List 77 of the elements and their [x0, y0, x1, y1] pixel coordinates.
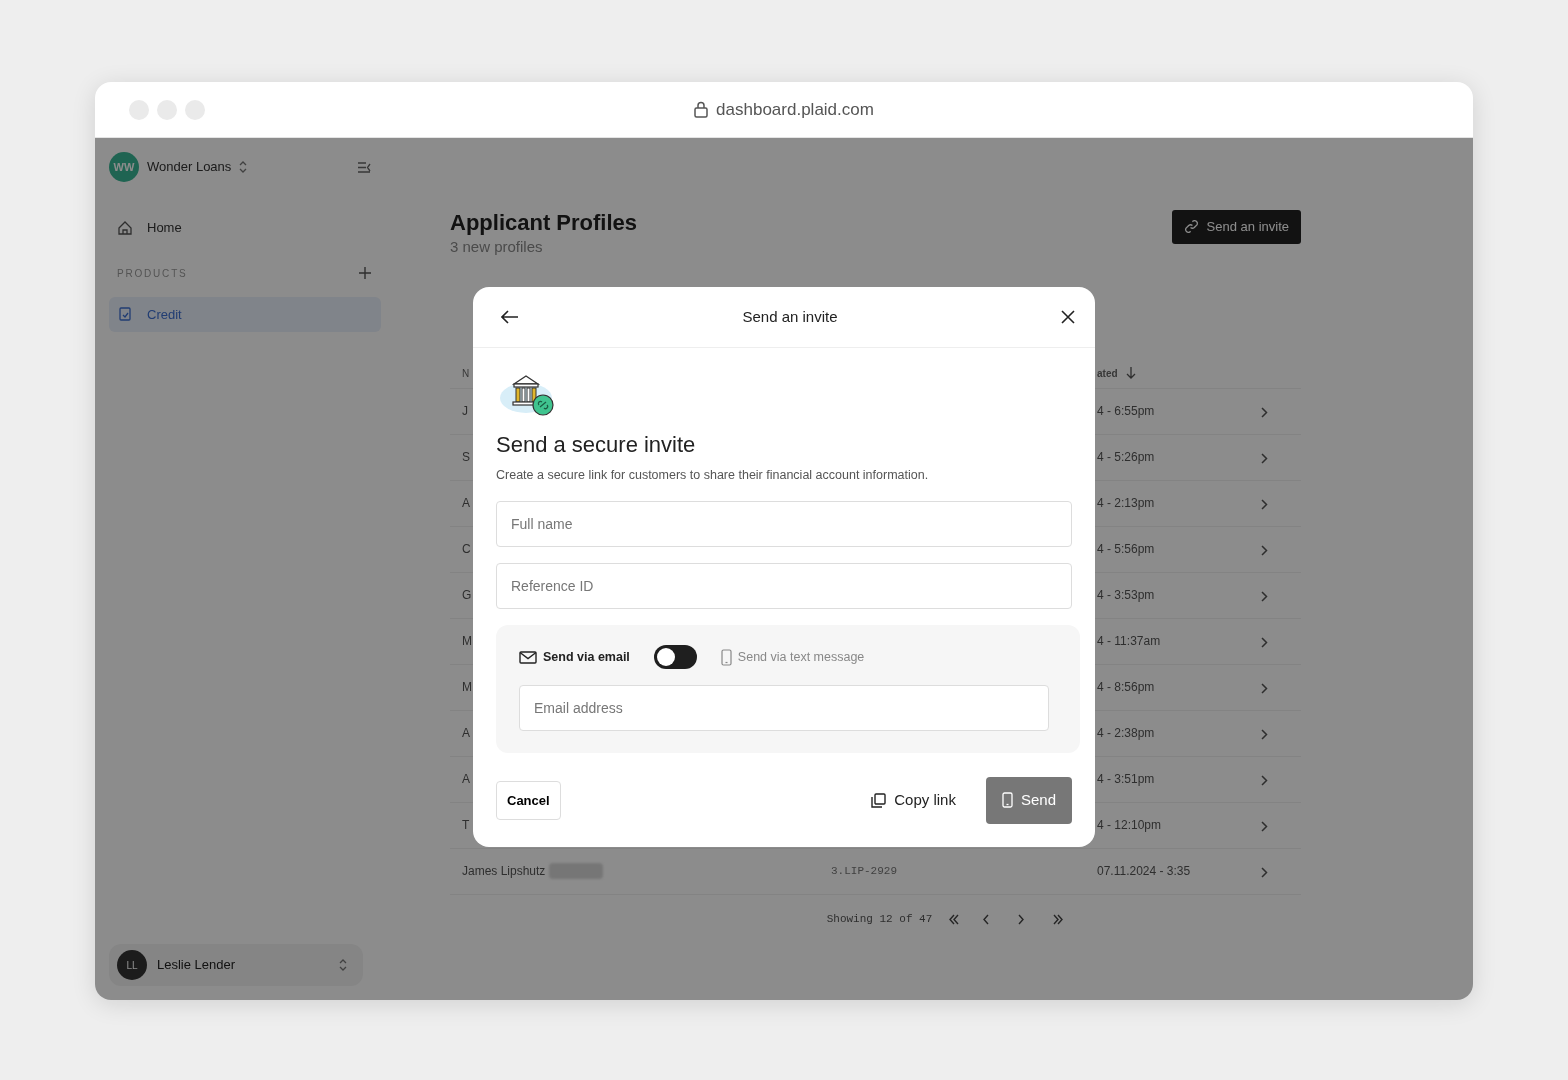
- pagination-label: Showing 12 of 47: [826, 911, 933, 927]
- table-cell-text: A: [462, 771, 470, 789]
- text-field[interactable]: Reference ID: [496, 563, 1072, 610]
- lock-icon: [694, 101, 709, 118]
- table-cell-text: James Lipshutz: [462, 863, 546, 881]
- updown-icon: [339, 959, 347, 971]
- table-cell: 4 - 5:56pm: [1097, 542, 1155, 557]
- nav-item[interactable]: Credit: [109, 296, 381, 332]
- column-header[interactable]: ated: [1097, 365, 1118, 381]
- chevron-right-icon[interactable]: [1261, 498, 1268, 510]
- table-cell-text: A: [462, 495, 470, 513]
- chevron-right-icon[interactable]: [1261, 452, 1268, 464]
- table-cell-text: M: [462, 633, 472, 651]
- first-page-icon[interactable]: [948, 913, 960, 925]
- dialog-description: Create a secure link for customers to share their financial account information.: [496, 467, 930, 485]
- address-bar[interactable]: dashboard.plaid.com: [716, 96, 874, 123]
- table-cell-text: M: [462, 679, 472, 697]
- delivery-toggle[interactable]: [653, 645, 697, 670]
- delivery-option[interactable]: Send via text message: [720, 647, 865, 667]
- chevron-right-icon[interactable]: [1261, 544, 1268, 556]
- table-cell-text: 3.LIP-2929: [831, 864, 897, 880]
- table-cell: 4 - 11:37am: [1097, 634, 1161, 649]
- send-invite-button[interactable]: Send an invite: [1171, 210, 1301, 244]
- cancel-button[interactable]: Cancel: [496, 780, 561, 821]
- close-icon[interactable]: [1061, 310, 1075, 324]
- home-icon: [117, 219, 133, 236]
- table-cell: 4 - 3:51pm: [1097, 772, 1155, 787]
- delivery-option[interactable]: Send via email: [519, 647, 630, 667]
- text-field[interactable]: Full name: [496, 501, 1072, 548]
- table-cell: 4 - 12:10pm: [1097, 818, 1162, 833]
- table-cell-text: S: [462, 449, 470, 467]
- chevron-right-icon[interactable]: [1261, 728, 1268, 740]
- table-cell: 4 - 5:26pm: [1097, 450, 1155, 465]
- org-logo: WW: [109, 152, 139, 182]
- chevron-right-icon[interactable]: [1261, 820, 1268, 832]
- chevron-right-icon[interactable]: [1261, 682, 1268, 694]
- add-icon[interactable]: [359, 267, 371, 279]
- email-field[interactable]: Email address: [519, 685, 1049, 732]
- column-header[interactable]: N: [462, 365, 470, 381]
- chevron-right-icon[interactable]: [1261, 406, 1268, 418]
- table-cell-text: J: [462, 403, 468, 421]
- link-icon: [1183, 219, 1199, 235]
- collapse-sidebar-icon[interactable]: [357, 161, 371, 173]
- page-subtitle: 3 new profiles: [450, 237, 544, 258]
- phone-icon: [1001, 792, 1013, 809]
- table-cell: 4 - 6:55pm: [1097, 404, 1155, 419]
- table-cell-text: T: [462, 817, 470, 835]
- table-cell: 4 - 2:38pm: [1097, 726, 1155, 741]
- nav-item[interactable]: Home: [109, 210, 381, 246]
- dialog-heading: Send a secure invite: [496, 432, 697, 459]
- phone-icon: [720, 648, 732, 666]
- sort-arrow-icon[interactable]: [1125, 367, 1136, 380]
- user-avatar: LL: [117, 950, 147, 980]
- section-label: PRODUCTS: [117, 266, 188, 281]
- table-cell-text: C: [462, 541, 471, 559]
- table-cell: 4 - 2:13pm: [1097, 496, 1155, 511]
- org-name[interactable]: Wonder Loans: [147, 157, 232, 177]
- last-page-icon[interactable]: [1053, 913, 1065, 925]
- page-title: Applicant Profiles: [450, 210, 638, 237]
- envelope-icon: [519, 650, 537, 664]
- chevron-right-icon[interactable]: [1261, 590, 1268, 602]
- table-cell: 4 - 8:56pm: [1097, 680, 1155, 695]
- user-name: Leslie Lender: [157, 956, 236, 975]
- user-switcher[interactable]: LL Leslie Lender: [109, 944, 363, 986]
- table-cell-text: A: [462, 725, 470, 743]
- updown-icon[interactable]: [239, 161, 248, 173]
- chevron-right-icon[interactable]: [1261, 774, 1268, 786]
- copy-link-button[interactable]: Copy link: [865, 788, 962, 813]
- table-cell-text: G: [462, 587, 472, 605]
- back-arrow-icon[interactable]: [501, 310, 519, 324]
- table-cell: 07.11.2024 - 3:35: [1097, 864, 1191, 879]
- credit-icon: [117, 306, 133, 323]
- copy-icon: [871, 792, 887, 808]
- chevron-right-icon[interactable]: [1261, 866, 1268, 878]
- table-cell: 4 - 3:53pm: [1097, 588, 1155, 603]
- dialog-title: Send an invite: [742, 306, 838, 327]
- chevron-right-icon[interactable]: [1261, 636, 1268, 648]
